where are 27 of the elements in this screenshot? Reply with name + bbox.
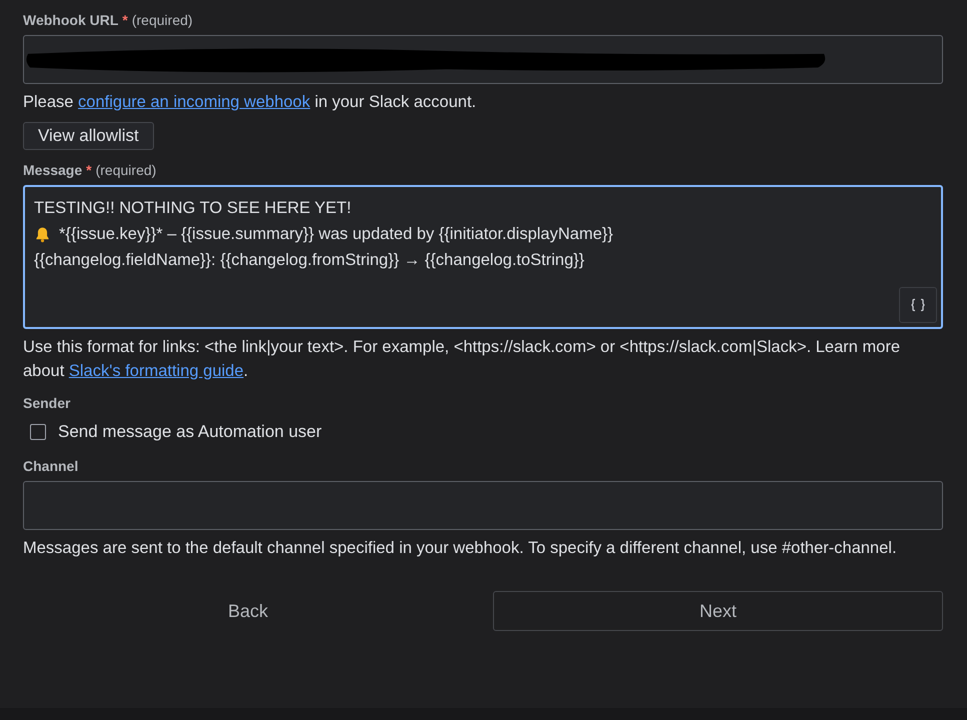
helper-text: Use this format for links: <the link|your text>. For example, <https://slack.com> or <https://slack.com|Slack>. Learn more about Slack's formatting guide. <box>23 337 902 382</box>
view-allowlist-button[interactable]: View allowlist <box>23 122 154 150</box>
link[interactable]: Slack's formatting guide <box>68 362 244 380</box>
required-note: (required) <box>96 162 156 178</box>
required-asterisk: * <box>86 162 92 178</box>
nav-button[interactable]: Back <box>23 591 473 631</box>
helper-text: Please configure an incoming webhook in your Slack account. <box>23 92 478 113</box>
insert-smart-value-button[interactable] <box>899 287 937 323</box>
message-line: {{changelog.fieldName}}: {{changelog.fromString}} → {{changelog.toString}} <box>34 250 584 271</box>
field-label: Sender <box>23 395 70 411</box>
message-field[interactable]: TESTING!! NOTHING TO SEE HERE YET! *{{issue.key}}* – {{issue.summary}} was updated by {{initiator.displayName}} {{changelog.fieldName}}: {{changelog.fromString}} → {{changelog.toString}} <box>23 185 943 329</box>
helper-text: Messages are sent to the default channel specified in your webhook. To specify a different channel, use #other-channel. <box>23 538 898 559</box>
field-label: Message <box>23 162 82 178</box>
checkbox[interactable] <box>30 424 46 440</box>
checkbox-label: Send message as Automation user <box>58 422 322 442</box>
link[interactable]: configure an incoming webhook <box>78 93 310 111</box>
channel-field[interactable] <box>23 481 943 530</box>
field-label: Channel <box>23 458 78 474</box>
required-asterisk: * <box>122 12 128 28</box>
webhook-url-field[interactable] <box>23 35 943 84</box>
braces-icon <box>910 297 926 313</box>
message-line: *{{issue.key}}* – {{issue.summary}} was updated by {{initiator.displayName}} <box>59 224 614 245</box>
bell-icon <box>34 226 51 242</box>
message-line: TESTING!! NOTHING TO SEE HERE YET! <box>34 198 352 219</box>
nav-button[interactable]: Next <box>493 591 943 631</box>
required-note: (required) <box>132 12 193 28</box>
field-label: Webhook URL <box>23 12 118 28</box>
